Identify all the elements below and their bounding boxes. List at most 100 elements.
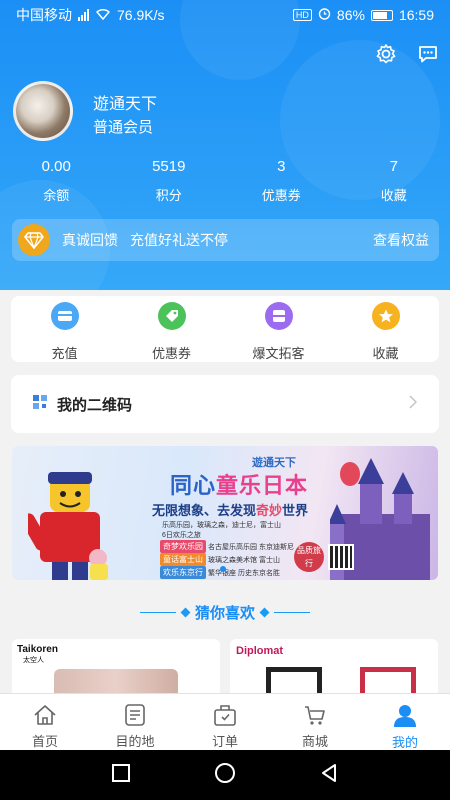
qr-code-label: 我的二维码	[57, 396, 133, 414]
stat-favorites[interactable]: 7 收藏	[338, 158, 450, 204]
banner-tag: 童话富士山	[160, 553, 206, 566]
stat-balance[interactable]: 0.00 余额	[0, 158, 113, 204]
carousel-indicator	[220, 566, 226, 572]
banner-qr-code	[328, 544, 354, 570]
banner-title-a: 同心	[170, 473, 217, 498]
diamond-bullet-icon	[259, 607, 270, 618]
home-icon	[32, 702, 58, 727]
action-coupons[interactable]: 优惠券	[118, 296, 225, 362]
battery-icon	[370, 9, 393, 21]
banner-title: 同心童乐日本	[170, 468, 308, 500]
tab-label: 商城	[301, 734, 328, 749]
section-title: 猜你喜欢	[194, 605, 255, 622]
stat-label: 积分	[155, 188, 182, 203]
message-icon[interactable]	[416, 42, 440, 66]
hd-icon: HD	[292, 9, 312, 21]
banner-sub-line: 乐高乐园，玻璃之森，迪士尼，富士山	[162, 522, 281, 529]
stat-label: 收藏	[380, 188, 407, 203]
banner-sub-line2: 6日欢乐之旅	[162, 532, 201, 539]
stat-value: 3	[277, 158, 286, 175]
stat-label: 优惠券	[261, 188, 301, 203]
action-viral-articles[interactable]: 爆文拓客	[225, 296, 332, 362]
banner-slogan: 无限想象、去发现奇妙世界	[152, 500, 308, 519]
stat-label: 余额	[43, 188, 70, 203]
destination-icon	[122, 702, 148, 727]
status-bar: 中国移动 76.9K/s HD 86% 16:59	[0, 0, 450, 30]
product-brand: Diplomat	[236, 645, 284, 657]
tab-label: 目的地	[115, 734, 155, 749]
banner-slogan-b: 世界	[282, 503, 309, 518]
view-benefits-link[interactable]: 查看权益	[373, 230, 429, 250]
action-favorites[interactable]: 收藏	[332, 296, 439, 362]
product-brand: Taikoren 太空人	[17, 644, 58, 665]
action-label: 收藏	[372, 346, 399, 361]
banner-slogan-a: 无限想象、去发现	[152, 503, 257, 518]
stat-value: 0.00	[41, 158, 71, 175]
wifi-icon	[95, 7, 111, 23]
action-label: 充值	[51, 346, 78, 361]
clock: 16:59	[398, 7, 434, 23]
tag-icon	[157, 302, 186, 330]
carrier-text: 中国移动	[16, 7, 72, 23]
battery-percent: 86%	[336, 7, 365, 23]
member-level: 普通会员	[93, 119, 154, 136]
tab-mall[interactable]: 商城	[270, 694, 360, 750]
signal-icon	[78, 9, 89, 21]
divider-line	[139, 612, 176, 613]
lego-figure-image	[28, 472, 108, 580]
diamond-bullet-icon	[180, 607, 191, 618]
action-label: 爆文拓客	[252, 346, 305, 361]
system-navigation-bar	[0, 750, 450, 800]
tab-label: 订单	[211, 734, 238, 749]
banner-subtitle: 乐高乐园，玻璃之森，迪士尼，富士山 6日欢乐之旅	[162, 520, 281, 540]
tab-label: 首页	[31, 734, 58, 749]
banner-tag: 欢乐东京行	[160, 566, 206, 579]
tab-destination[interactable]: 目的地	[90, 694, 180, 750]
tab-orders[interactable]: 订单	[180, 694, 270, 750]
product-card[interactable]: Taikoren 太空人	[12, 639, 220, 699]
article-icon	[264, 302, 293, 330]
promo-banner[interactable]: 遊通天下 同心童乐日本 无限想象、去发现奇妙世界 乐高乐园，玻璃之森，迪士尼，富…	[12, 446, 438, 580]
tab-label: 我的	[391, 735, 418, 750]
recommended-products: Taikoren 太空人 Diplomat	[0, 639, 450, 699]
stat-points[interactable]: 5519 积分	[113, 158, 226, 204]
banner-title-b: 童乐日本	[216, 473, 309, 498]
home-button-icon[interactable]	[214, 762, 236, 789]
benefit-description: 充值好礼送不停	[130, 232, 228, 248]
product-brand-sub: 太空人	[23, 657, 44, 664]
product-brand-name: Taikoren	[17, 644, 58, 655]
alarm-icon	[318, 7, 331, 23]
quality-travel-badge: 品质旅行	[294, 542, 324, 572]
section-heading: 猜你喜欢	[0, 602, 450, 623]
qr-code-icon	[33, 394, 47, 414]
user-icon	[392, 702, 418, 728]
membership-benefit-bar[interactable]: 真诚回馈 充值好礼送不停 查看权益	[12, 219, 439, 261]
user-name: 遊通天下	[93, 96, 158, 113]
action-recharge[interactable]: 充值	[11, 296, 118, 362]
avatar[interactable]	[13, 81, 73, 141]
banner-slogan-highlight: 奇妙	[256, 503, 283, 518]
cart-icon	[302, 702, 328, 727]
action-label: 优惠券	[151, 346, 191, 361]
profile-header: 中国移动 76.9K/s HD 86% 16:59 遊通天下 普通会员 0.00…	[0, 0, 450, 290]
network-speed: 76.9K/s	[117, 7, 165, 23]
stat-value: 5519	[152, 158, 186, 175]
banner-tag-text: 繁华银座 历史东京名胜	[208, 570, 280, 577]
tab-mine[interactable]: 我的	[360, 694, 450, 750]
stat-coupons[interactable]: 3 优惠券	[225, 158, 338, 204]
star-icon	[371, 302, 400, 330]
chevron-right-icon	[409, 394, 418, 414]
order-icon	[212, 702, 238, 727]
back-icon[interactable]	[319, 763, 339, 788]
my-qr-code-row[interactable]: 我的二维码	[11, 375, 439, 433]
wallet-icon	[50, 302, 79, 330]
banner-tag-text: 名古屋乐高乐园 东京迪斯尼	[208, 544, 294, 551]
gear-icon[interactable]	[374, 42, 398, 66]
account-stats: 0.00 余额 5519 积分 3 优惠券 7 收藏	[0, 158, 450, 204]
stat-value: 7	[389, 158, 398, 175]
product-card[interactable]: Diplomat	[230, 639, 438, 699]
recent-apps-icon[interactable]	[111, 763, 131, 788]
banner-tag: 奇梦欢乐园	[160, 540, 206, 553]
banner-tag-text: 玻璃之森美术馆 富士山	[208, 557, 280, 564]
tab-home[interactable]: 首页	[0, 694, 90, 750]
